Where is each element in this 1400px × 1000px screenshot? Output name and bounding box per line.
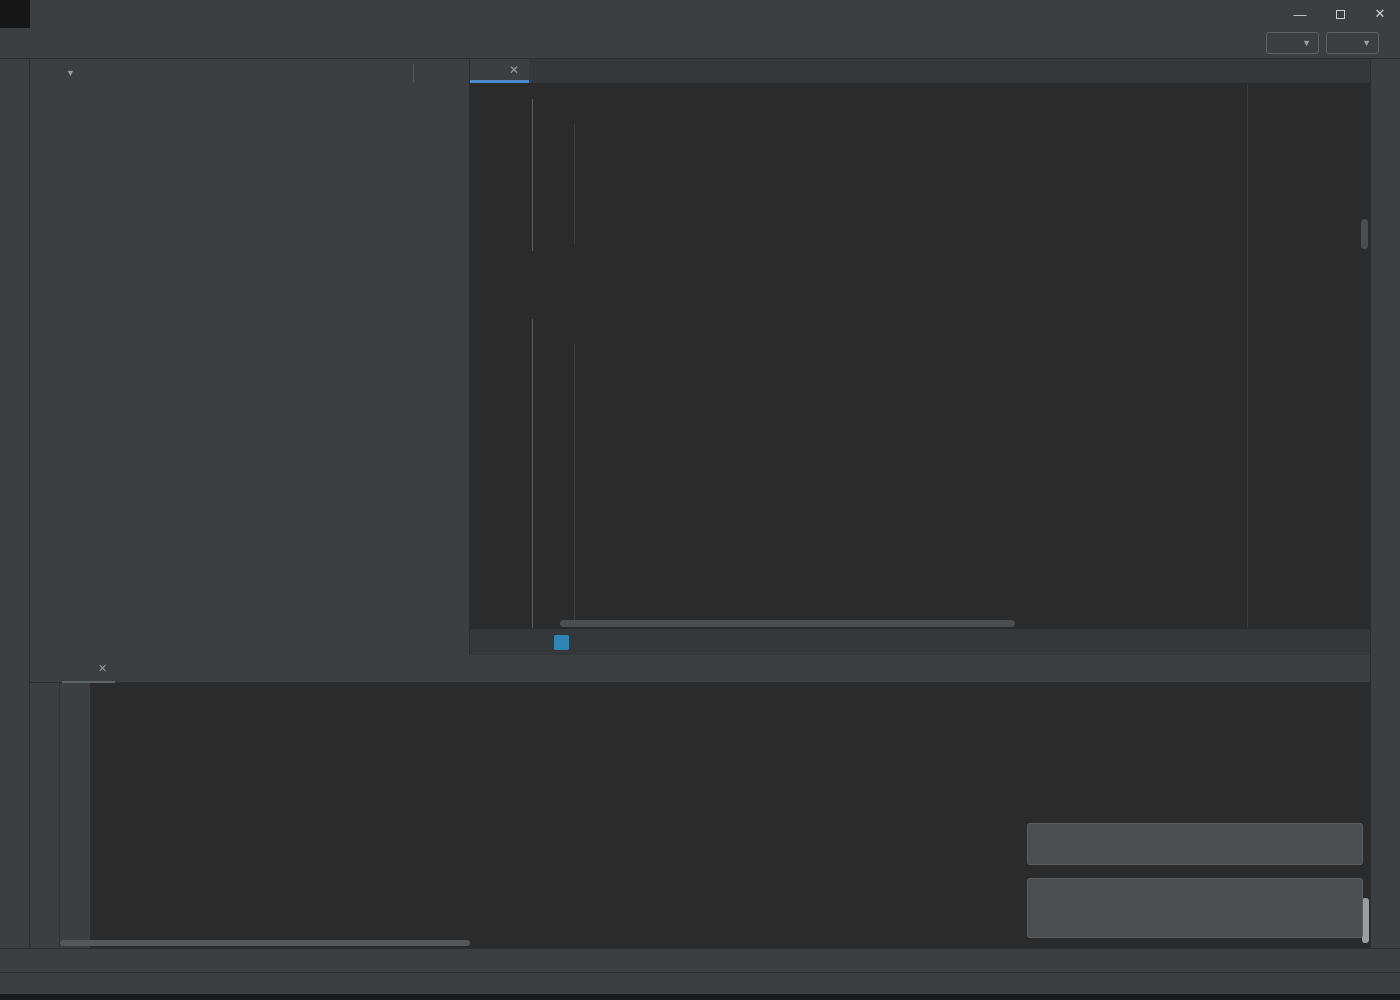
title-bar: — ✕	[0, 0, 1400, 28]
run-configuration-select[interactable]: ▼	[1266, 32, 1319, 54]
left-tool-stripe	[0, 59, 30, 948]
console-horizontal-scrollbar[interactable]	[60, 940, 470, 946]
right-tool-stripe	[1370, 59, 1400, 948]
chevron-down-icon: ▼	[1302, 38, 1311, 48]
editor: ✕	[470, 59, 1370, 655]
notification-plugin-update[interactable]	[1027, 878, 1363, 938]
close-icon[interactable]: ✕	[509, 63, 519, 77]
build-hammer-icon[interactable]	[1237, 32, 1259, 54]
namespace-badge	[554, 635, 569, 650]
toolbar-actions: ▼ ▼	[1237, 32, 1400, 54]
app-logo	[0, 0, 30, 28]
chevron-down-icon: ▼	[1362, 38, 1371, 48]
run-toolbar	[30, 683, 90, 948]
fold-range-line	[532, 99, 533, 251]
android-icon	[70, 661, 86, 677]
phone-icon	[1334, 35, 1350, 51]
fold-range-line	[532, 319, 533, 628]
status-bar	[0, 972, 1400, 994]
code-area[interactable]	[470, 84, 1370, 628]
inspections-eye-icon[interactable]	[1345, 90, 1361, 106]
notification-gradle-build[interactable]	[1027, 823, 1363, 865]
info-icon	[1040, 889, 1056, 905]
project-panel: ▼	[30, 59, 470, 655]
chevron-down-icon[interactable]: ▼	[66, 68, 75, 78]
close-button[interactable]: ✕	[1360, 0, 1400, 28]
run-panel-header: ✕	[30, 655, 1370, 683]
minimize-button[interactable]: —	[1280, 0, 1320, 28]
device-select[interactable]: ▼	[1326, 32, 1379, 54]
editor-horizontal-scrollbar[interactable]	[560, 620, 1015, 627]
android-icon	[38, 65, 54, 81]
main-toolbar: ▼ ▼	[0, 28, 1400, 59]
hide-panel-icon[interactable]	[1338, 661, 1354, 677]
android-studio-window: — ✕ ▼ ▼	[0, 0, 1400, 1000]
editor-vertical-scrollbar[interactable]	[1361, 219, 1368, 249]
locate-file-icon[interactable]	[366, 65, 382, 81]
cpp-file-icon	[480, 62, 496, 78]
android-icon	[1274, 35, 1290, 51]
editor-tab-jsb-global[interactable]: ✕	[470, 59, 529, 83]
indent-guide	[574, 124, 575, 244]
console-vertical-scrollbar[interactable]	[1362, 898, 1369, 943]
collapse-all-icon[interactable]	[388, 65, 404, 81]
gear-icon[interactable]	[1306, 661, 1322, 677]
close-icon[interactable]: ✕	[98, 662, 107, 675]
indent-guide	[574, 344, 575, 624]
editor-breadcrumb-bar	[470, 628, 1370, 655]
maximize-button[interactable]	[1320, 0, 1360, 28]
project-tree	[30, 87, 469, 89]
right-margin-guide	[1247, 84, 1248, 628]
project-panel-header: ▼	[30, 59, 469, 87]
window-controls: — ✕	[1280, 0, 1400, 28]
tool-window-bar	[0, 948, 1400, 972]
tool-window-toggle-icon[interactable]	[8, 976, 24, 992]
info-icon	[1040, 836, 1056, 852]
editor-tab-bar: ✕	[470, 59, 1370, 84]
hide-panel-icon[interactable]	[445, 65, 461, 81]
gear-icon[interactable]	[423, 65, 439, 81]
run-tab-instantapp[interactable]: ✕	[62, 655, 115, 683]
